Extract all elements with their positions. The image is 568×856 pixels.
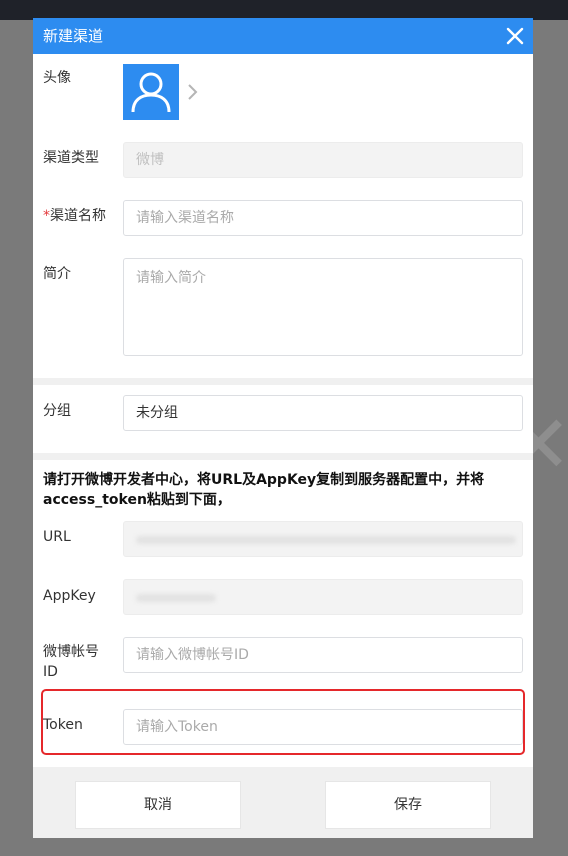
section-divider [33, 378, 533, 385]
url-field [123, 521, 523, 557]
channel-type-label: 渠道类型 [43, 150, 99, 166]
save-button[interactable]: 保存 [325, 781, 491, 829]
instruction-notice: 请打开微博开发者中心，将URL及AppKey复制到服务器配置中，并将access… [43, 472, 485, 508]
avatar-label: 头像 [43, 70, 71, 86]
dialog-header: 新建渠道 [33, 18, 533, 54]
new-channel-dialog: 新建渠道 头像 渠道类型 微博 *渠道名称 简介 分组 未分组 请打开微博开发者… [33, 18, 533, 838]
required-mark: * [43, 208, 50, 224]
channel-name-label: *渠道名称 [43, 206, 106, 226]
group-select[interactable]: 未分组 [123, 395, 523, 431]
appkey-blurred-value [136, 594, 216, 602]
group-label: 分组 [43, 403, 71, 419]
close-icon[interactable] [503, 24, 527, 48]
appkey-label: AppKey [43, 588, 96, 604]
token-label: Token [43, 717, 83, 733]
cancel-button[interactable]: 取消 [75, 781, 241, 829]
channel-name-label-text: 渠道名称 [50, 208, 106, 224]
channel-type-field: 微博 [123, 142, 523, 178]
group-value: 未分组 [136, 405, 178, 421]
chevron-right-icon[interactable] [185, 82, 199, 102]
user-avatar-icon[interactable] [123, 64, 179, 120]
channel-type-value: 微博 [136, 152, 164, 168]
url-blurred-value [136, 536, 516, 544]
dialog-footer: 取消 保存 [33, 767, 533, 838]
intro-label: 简介 [43, 266, 71, 282]
intro-textarea[interactable] [123, 258, 523, 356]
token-input[interactable] [123, 709, 523, 745]
top-bar [0, 0, 568, 20]
channel-name-input[interactable] [123, 200, 523, 236]
url-label: URL [43, 529, 71, 545]
section-divider [33, 453, 533, 460]
appkey-field [123, 579, 523, 615]
weibo-account-id-label: 微博帐号ID [43, 644, 99, 680]
dialog-title: 新建渠道 [43, 27, 104, 45]
weibo-account-id-input[interactable] [123, 637, 523, 673]
